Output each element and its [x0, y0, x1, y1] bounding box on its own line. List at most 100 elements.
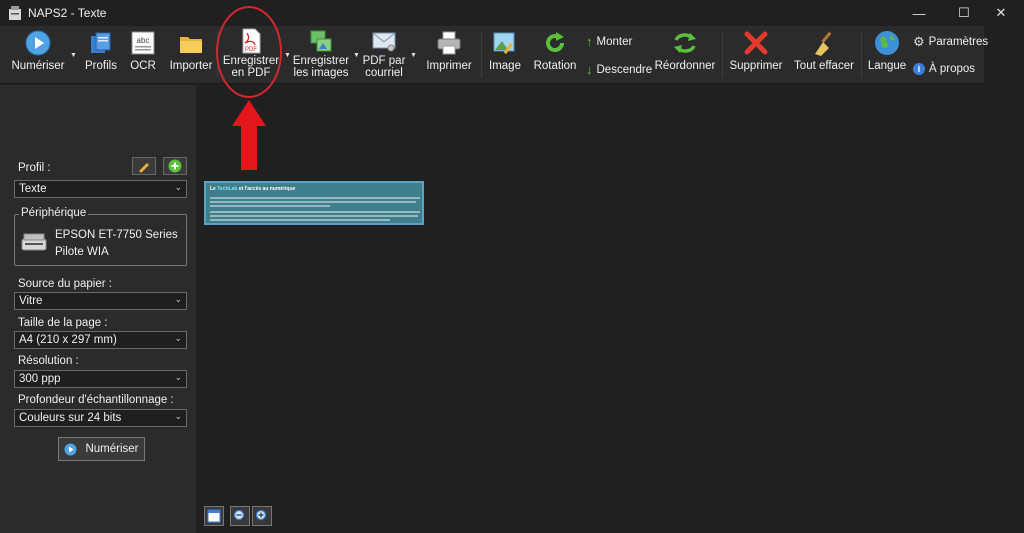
email-pdf-button[interactable]: PDF par courriel	[360, 26, 408, 84]
thumbnail-text-line	[210, 197, 420, 199]
import-label: Importer	[169, 60, 213, 72]
thumbnail-text-line	[210, 205, 330, 207]
ocr-icon-text: abc	[137, 36, 150, 45]
rotation-button[interactable]: Rotation	[532, 26, 578, 84]
thumbnail-text-line	[210, 215, 418, 217]
window-title: NAPS2 - Texte	[28, 6, 107, 20]
profiles-button[interactable]: Profils	[82, 26, 120, 84]
thumbnail-title-suffix: et l'accès au numérique	[237, 186, 296, 192]
zoom-out-icon	[233, 509, 247, 523]
folder-icon	[180, 37, 202, 53]
page-size-label: Taille de la page :	[18, 317, 108, 329]
delete-icon	[744, 31, 768, 55]
clear-all-label: Tout effacer	[794, 60, 854, 72]
scan-label: Numériser	[11, 60, 65, 72]
title-bar: NAPS2 - Texte — ☐ ✕	[0, 0, 1024, 26]
paper-source-value: Vitre	[19, 295, 43, 307]
scan-dropdown-icon[interactable]: ▼	[70, 52, 77, 59]
reorder-label: Réordonner	[654, 60, 716, 72]
resolution-select[interactable]: 300 ppp ⌄	[14, 370, 187, 388]
save-images-button[interactable]: Enregistrer les images	[292, 26, 350, 84]
image-edit-icon	[493, 32, 515, 55]
bit-depth-label: Profondeur d'échantillonnage :	[18, 394, 174, 406]
image-label: Image	[489, 60, 521, 72]
email-pdf-label-line2: courriel	[365, 67, 403, 79]
minimize-button[interactable]: —	[896, 0, 942, 26]
settings-button[interactable]: ⚙ Paramètres	[913, 34, 988, 50]
arrow-up-icon: ↑	[586, 34, 593, 49]
save-images-label-line1: Enregistrer	[292, 55, 350, 67]
pencil-icon	[138, 163, 149, 173]
zoom-in-icon	[255, 509, 269, 523]
save-images-dropdown-icon[interactable]: ▼	[353, 52, 360, 59]
separator	[861, 32, 862, 78]
page-size-select[interactable]: A4 (210 x 297 mm) ⌄	[14, 331, 187, 349]
move-up-label: Monter	[596, 35, 633, 48]
info-icon: i	[913, 63, 925, 75]
scan-start-button[interactable]: Numériser	[58, 437, 145, 461]
rotate-icon	[546, 32, 565, 53]
annotation-circle	[216, 6, 282, 98]
move-up-button[interactable]: ↑ Monter	[586, 34, 632, 49]
language-button[interactable]: Langue	[866, 26, 908, 84]
gear-icon: ⚙	[913, 34, 925, 49]
image-button[interactable]: Image	[484, 26, 526, 84]
email-icon	[372, 32, 396, 52]
scanner-icon	[21, 233, 47, 251]
toolbar: Numériser ▼ Profils abc OCR Importer PDF…	[0, 26, 988, 84]
paper-source-label: Source du papier :	[18, 278, 112, 290]
globe-icon	[875, 31, 899, 55]
profiles-icon	[91, 32, 111, 53]
save-pdf-dropdown-icon[interactable]: ▼	[284, 52, 291, 59]
add-profile-button[interactable]	[163, 157, 187, 175]
close-button[interactable]: ✕	[978, 0, 1024, 26]
clear-all-button[interactable]: Tout effacer	[794, 26, 854, 84]
about-label: À propos	[929, 63, 976, 75]
reorder-button[interactable]: Réordonner	[654, 26, 716, 84]
profile-select[interactable]: Texte ⌄	[14, 180, 187, 198]
chevron-down-icon: ⌄	[174, 294, 182, 304]
play-icon	[64, 443, 77, 455]
zoom-in-button[interactable]	[252, 506, 272, 526]
ocr-icon: abc	[131, 31, 155, 55]
device-group-title: Périphérique	[19, 207, 89, 219]
ocr-button[interactable]: abc OCR	[124, 26, 162, 84]
import-button[interactable]: Importer	[168, 26, 214, 84]
scan-icon	[25, 30, 51, 56]
resolution-value: 300 ppp	[19, 373, 61, 385]
chevron-down-icon: ⌄	[174, 372, 182, 382]
view-toggle-button[interactable]	[204, 506, 224, 526]
delete-button[interactable]: Supprimer	[728, 26, 784, 84]
print-label: Imprimer	[426, 60, 472, 72]
annotation-arrow-icon	[232, 100, 266, 170]
device-group[interactable]: Périphérique EPSON ET-7750 Series Pilote…	[14, 207, 187, 266]
page-thumbnail[interactable]: Le TechLab et l'accès au numérique	[204, 181, 424, 225]
about-button[interactable]: i À propos	[913, 63, 975, 75]
thumbnail-area: Le TechLab et l'accès au numérique	[197, 85, 1024, 533]
language-label: Langue	[867, 60, 907, 72]
scan-button[interactable]: Numériser	[8, 26, 68, 84]
separator	[722, 32, 723, 78]
app-icon	[9, 6, 21, 20]
print-button[interactable]: Imprimer	[424, 26, 474, 84]
window-icon	[207, 509, 221, 523]
edit-profile-button[interactable]	[132, 157, 156, 175]
scan-start-label: Numériser	[85, 443, 139, 455]
bit-depth-select[interactable]: Couleurs sur 24 bits ⌄	[14, 409, 187, 427]
broom-icon	[815, 31, 832, 56]
settings-label: Paramètres	[928, 36, 989, 48]
zoom-out-button[interactable]	[230, 506, 250, 526]
chevron-down-icon: ⌄	[174, 182, 182, 192]
email-pdf-dropdown-icon[interactable]: ▼	[410, 52, 417, 59]
move-down-button[interactable]: ↓ Descendre	[586, 62, 652, 77]
thumbnail-text-line	[210, 211, 420, 213]
thumbnail-title-brand: TechLab	[217, 186, 238, 192]
paper-source-select[interactable]: Vitre ⌄	[14, 292, 187, 310]
scan-settings-panel: Profil : Texte ⌄ Périphérique EPSON ET-7…	[0, 85, 196, 533]
chevron-down-icon: ⌄	[174, 411, 182, 421]
profile-value: Texte	[19, 183, 47, 195]
arrow-down-icon: ↓	[586, 62, 593, 77]
profiles-label: Profils	[85, 60, 117, 72]
email-pdf-label-line1: PDF par	[362, 55, 406, 67]
save-images-label-line2: les images	[293, 67, 349, 79]
